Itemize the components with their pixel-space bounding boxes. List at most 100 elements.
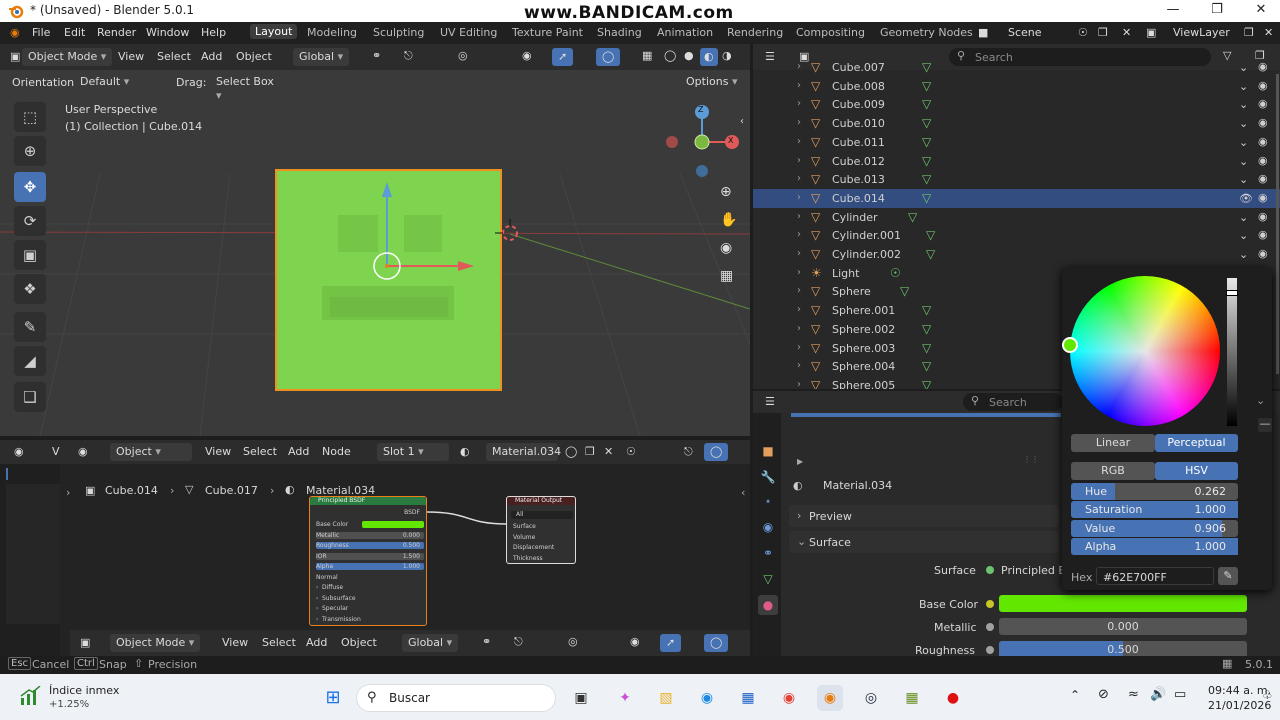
mesh-data-icon[interactable]: ▽: [922, 135, 931, 149]
visibility-eye-icon[interactable]: ⌄: [1239, 61, 1248, 74]
visibility-eye-icon[interactable]: ⌄: [1239, 98, 1248, 111]
hex-input[interactable]: #62E700FF: [1096, 567, 1214, 585]
mesh-data-icon[interactable]: ▽: [922, 172, 931, 186]
outliner-item-name[interactable]: Cube.013: [832, 173, 885, 186]
render-camera-icon[interactable]: ◉: [1258, 116, 1268, 129]
color-wheel[interactable]: [1070, 276, 1220, 426]
render-camera-icon[interactable]: ◉: [1258, 135, 1268, 148]
editor-type-icon[interactable]: ▣: [10, 50, 20, 63]
render-camera-icon[interactable]: ◉: [1258, 247, 1268, 260]
object-tab-icon[interactable]: ■: [758, 441, 778, 461]
shading-solid-icon[interactable]: ●: [684, 49, 694, 62]
render-camera-icon[interactable]: ◉: [1258, 172, 1268, 185]
surface-shader-field[interactable]: Principled B: [1001, 564, 1066, 577]
mesh-data-icon[interactable]: ▽: [908, 210, 917, 224]
physics-tab-icon[interactable]: ◉: [758, 517, 778, 537]
store-icon[interactable]: ▦: [735, 685, 761, 711]
metallic-slider[interactable]: 0.000: [999, 618, 1247, 635]
outliner-item-name[interactable]: Cube.014: [832, 192, 885, 205]
data-tab-icon[interactable]: ▽: [758, 569, 778, 589]
expand-chevron-icon[interactable]: ›: [797, 229, 801, 240]
tab-modeling[interactable]: Modeling: [307, 26, 357, 39]
camera-view-icon[interactable]: ◉: [720, 240, 732, 256]
expand-chevron-icon[interactable]: ›: [797, 117, 801, 128]
task-view-icon[interactable]: ▣: [568, 685, 594, 711]
outliner-row[interactable]: › ▽ Cube.014 ▽ 👁 ◉: [753, 188, 1280, 208]
expand-chevron-icon[interactable]: ›: [797, 155, 801, 166]
render-camera-icon[interactable]: ◉: [1258, 154, 1268, 167]
render-camera-icon[interactable]: ◉: [1258, 210, 1268, 223]
menu-view[interactable]: View: [118, 50, 144, 63]
tab-rendering[interactable]: Rendering: [727, 26, 783, 39]
visibility-eye-icon[interactable]: ⌄: [1239, 155, 1248, 168]
new-view-layer-icon[interactable]: ❐: [1244, 26, 1254, 39]
expand-chevron-icon[interactable]: ›: [797, 98, 801, 109]
network-off-icon[interactable]: ⊘: [1098, 687, 1109, 702]
expand-chevron-icon[interactable]: ›: [797, 192, 801, 203]
lower-menu-object[interactable]: Object: [341, 636, 377, 649]
tab-uv-editing[interactable]: UV Editing: [440, 26, 497, 39]
visibility-eye-icon[interactable]: ⌄: [1239, 248, 1248, 261]
steam-icon[interactable]: ◎: [858, 685, 884, 711]
view-layer-name[interactable]: ViewLayer: [1173, 26, 1230, 39]
tab-layout[interactable]: Layout: [250, 24, 298, 39]
close-icon[interactable]: ✕: [1252, 2, 1270, 20]
outliner-item-name[interactable]: Cylinder.002: [832, 248, 901, 261]
copilot-icon[interactable]: ✦: [612, 685, 638, 711]
menu-help[interactable]: Help: [201, 26, 226, 39]
3d-viewport[interactable]: Z X ▣ Object Mode View Select Add Object…: [0, 44, 750, 436]
hue-slider[interactable]: Hue 0.262: [1071, 483, 1238, 500]
expand-chevron-icon[interactable]: ›: [797, 360, 801, 371]
lower-menu-select[interactable]: Select: [262, 636, 296, 649]
stock-widget-icon[interactable]: [20, 686, 42, 706]
shader-node-editor[interactable]: ◉ V ◉ Object View Select Add Node Slot 1…: [0, 440, 750, 656]
minimize-icon[interactable]: —: [1164, 2, 1182, 20]
expand-chevron-icon[interactable]: ›: [797, 285, 801, 296]
outliner-row[interactable]: › ▽ Cube.007 ▽ ⌄ ◉: [753, 58, 1280, 77]
light-data-icon[interactable]: ☉: [890, 266, 901, 280]
render-camera-icon[interactable]: ◉: [1258, 191, 1268, 204]
delete-view-layer-icon[interactable]: ✕: [1264, 26, 1273, 39]
shading-rendered-icon[interactable]: ◑: [722, 49, 732, 62]
mesh-data-icon[interactable]: ▽: [922, 60, 931, 74]
slot-expand-icon[interactable]: ▶: [797, 457, 803, 466]
render-camera-icon[interactable]: ◉: [1258, 228, 1268, 241]
expand-chevron-icon[interactable]: ›: [797, 267, 801, 278]
annotate-tool-icon[interactable]: ✎: [14, 312, 46, 342]
tab-compositing[interactable]: Compositing: [796, 26, 865, 39]
pin-icon[interactable]: ☉: [1078, 26, 1088, 39]
delete-scene-icon[interactable]: ✕: [1122, 26, 1131, 39]
expand-chevron-icon[interactable]: ›: [797, 136, 801, 147]
outliner-item-name[interactable]: Cylinder.001: [832, 229, 901, 242]
material-name-field[interactable]: Material.034: [823, 479, 892, 492]
snap-icon[interactable]: ⎋: [404, 49, 413, 63]
outliner-row[interactable]: › ▽ Cube.009 ▽ ⌄ ◉: [753, 95, 1280, 114]
picker-side-icon[interactable]: ⌄: [1256, 394, 1265, 407]
mesh-data-icon[interactable]: ▽: [922, 322, 931, 336]
outliner-item-name[interactable]: Cube.010: [832, 117, 885, 130]
add-cube-tool-icon[interactable]: ❑: [14, 382, 46, 412]
expand-chevron-icon[interactable]: ›: [797, 342, 801, 353]
outliner-item-name[interactable]: Sphere: [832, 285, 871, 298]
menu-render[interactable]: Render: [97, 26, 136, 39]
value-slider-handle[interactable]: [1226, 290, 1238, 296]
modifier-tab-icon[interactable]: 🔧: [758, 467, 778, 487]
particles-tab-icon[interactable]: ⋆: [758, 491, 778, 511]
blender-taskbar-icon[interactable]: ◉: [817, 685, 843, 711]
render-camera-icon[interactable]: ◉: [1258, 79, 1268, 92]
shading-wire-icon[interactable]: ◯: [664, 49, 676, 62]
outliner-row[interactable]: › ▽ Cube.008 ▽ ⌄ ◉: [753, 77, 1280, 96]
visibility-eye-icon[interactable]: ⌄: [1239, 229, 1248, 242]
snap-icon[interactable]: ⎋: [514, 635, 523, 649]
gizmo-toggle-icon[interactable]: ➚: [552, 48, 574, 66]
stats-icon[interactable]: ▦: [1222, 657, 1232, 670]
outliner-item-name[interactable]: Sphere.004: [832, 360, 895, 373]
constraints-tab-icon[interactable]: ⚭: [758, 543, 778, 563]
saturation-slider[interactable]: Saturation 1.000: [1071, 501, 1238, 518]
options-dropdown[interactable]: Options: [680, 73, 744, 91]
outliner-row[interactable]: › ▽ Cylinder.001 ▽ ⌄ ◉: [753, 226, 1280, 245]
tab-shading[interactable]: Shading: [597, 26, 642, 39]
mesh-data-icon[interactable]: ▽: [922, 79, 931, 93]
base-color-swatch[interactable]: [999, 595, 1247, 612]
menu-file[interactable]: File: [32, 26, 50, 39]
